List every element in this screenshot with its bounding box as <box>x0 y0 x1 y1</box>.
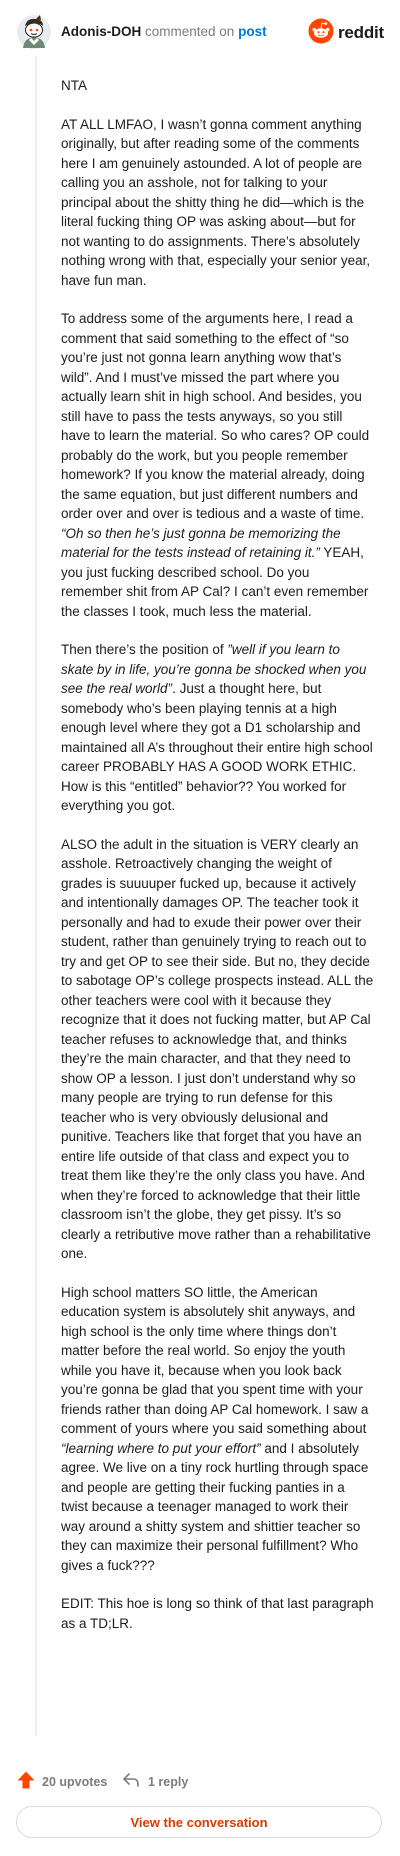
comment-header: Adonis-DOH commented on post reddit <box>0 0 400 66</box>
post-link[interactable]: post <box>238 24 267 39</box>
paragraph-4: Then there’s the position of ”well if yo… <box>61 642 373 813</box>
comment-meta: Adonis-DOH commented on post <box>61 23 267 41</box>
paragraph-3: To address some of the arguments here, I… <box>61 311 370 619</box>
upvote-count: 20 upvotes <box>42 1775 108 1789</box>
upvote-button[interactable]: 20 upvotes <box>16 1770 107 1794</box>
comment-card: Adonis-DOH commented on post reddit NTA … <box>0 0 400 1856</box>
snoo-avatar-icon[interactable] <box>16 14 52 50</box>
reply-button[interactable]: 1 reply <box>122 1770 188 1794</box>
thread-line[interactable] <box>35 56 37 1736</box>
quoted-text: “Oh so then he’s just gonna be memorizin… <box>61 525 341 561</box>
commented-on-text: commented on <box>145 24 235 39</box>
quoted-text: “learning where to put your effort” <box>61 1440 261 1456</box>
comment-body: NTA AT ALL LMFAO, I wasn’t gonna comment… <box>61 76 374 1652</box>
reply-count: 1 reply <box>148 1775 189 1789</box>
reply-arrow-icon <box>122 1771 140 1794</box>
paragraph-1: NTA <box>61 78 87 93</box>
reddit-brand[interactable]: reddit <box>308 18 384 49</box>
view-conversation-button[interactable]: View the conversation <box>16 1806 382 1838</box>
comment-footer: 20 upvotes 1 reply <box>0 1770 400 1796</box>
reddit-wordmark: reddit <box>337 23 384 42</box>
paragraph-6: High school matters SO little, the Ameri… <box>61 1284 369 1573</box>
paragraph-7: EDIT: This hoe is long so think of that … <box>61 1596 374 1631</box>
reddit-logo-icon <box>308 18 334 49</box>
username-link[interactable]: Adonis-DOH <box>61 24 141 39</box>
paragraph-5: ALSO the adult in the situation is VERY … <box>61 836 374 1262</box>
paragraph-2: AT ALL LMFAO, I wasn’t gonna comment any… <box>61 116 371 288</box>
upvote-arrow-icon[interactable] <box>16 1770 36 1795</box>
